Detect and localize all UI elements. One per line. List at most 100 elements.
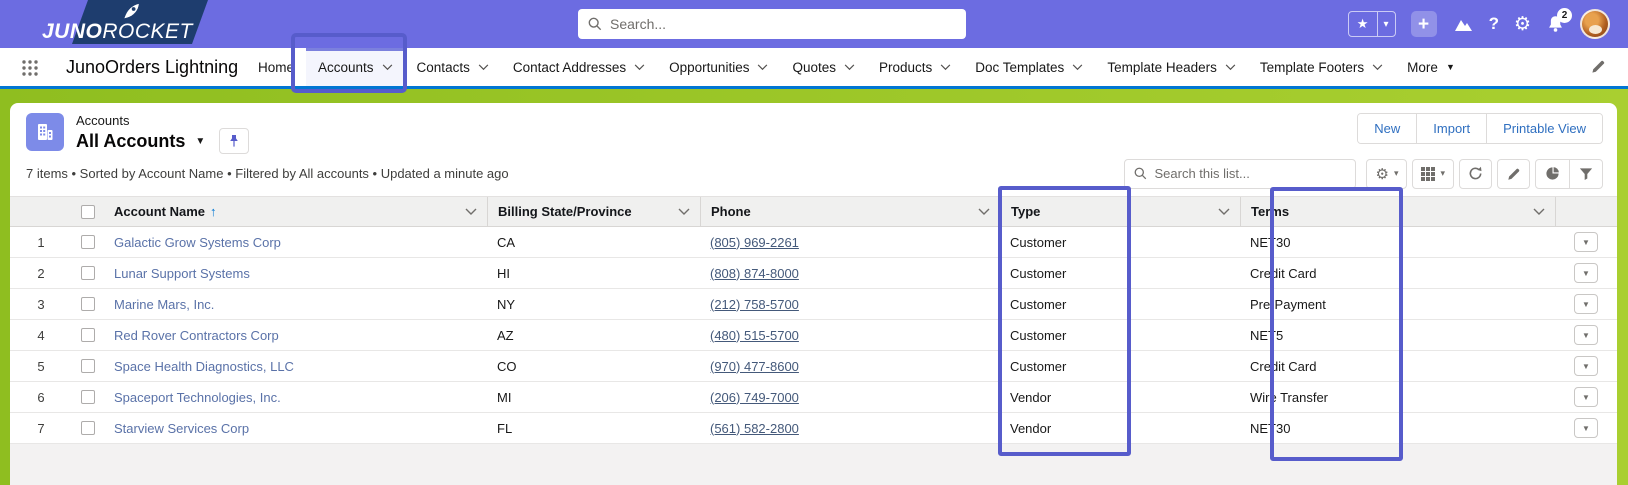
type-cell: Customer: [1010, 265, 1067, 281]
table-row: 7 Starview Services Corp FL (561) 582-28…: [10, 413, 1617, 444]
type-cell: Customer: [1010, 358, 1067, 374]
page-background: Accounts All Accounts ▼ New Import Print…: [0, 89, 1628, 485]
row-checkbox[interactable]: [81, 266, 95, 280]
phone-link[interactable]: (480) 515-5700: [710, 328, 799, 343]
tab-template-headers[interactable]: Template Headers: [1095, 48, 1248, 86]
type-cell: Vendor: [1010, 420, 1052, 436]
phone-link[interactable]: (212) 758-5700: [710, 297, 799, 312]
row-actions-button[interactable]: ▼: [1574, 232, 1598, 252]
list-search[interactable]: [1124, 158, 1357, 189]
list-actions: New Import Printable View: [1357, 113, 1603, 144]
row-checkbox[interactable]: [81, 390, 95, 404]
global-search-input[interactable]: [610, 16, 956, 32]
table-row: 4 Red Rover Contractors Corp AZ (480) 51…: [10, 320, 1617, 351]
row-checkbox[interactable]: [81, 328, 95, 342]
tab-contact-addresses[interactable]: Contact Addresses: [501, 48, 657, 86]
phone-link[interactable]: (970) 477-8600: [710, 359, 799, 374]
app-launcher-icon[interactable]: [22, 60, 38, 76]
accounts-object-icon: [26, 113, 64, 151]
help-button[interactable]: ?: [1489, 14, 1499, 34]
tab-doc-templates[interactable]: Doc Templates: [963, 48, 1095, 86]
tab-quotes[interactable]: Quotes: [780, 48, 867, 86]
chevron-down-icon[interactable]: [1218, 208, 1230, 216]
chevron-down-icon: [1225, 63, 1236, 70]
pencil-icon: [1507, 168, 1519, 180]
chevron-down-icon: [844, 63, 855, 70]
chevron-down-icon: [758, 63, 768, 70]
billing-state-cell: FL: [497, 420, 513, 436]
notifications-button[interactable]: 2: [1546, 7, 1572, 34]
filter-button[interactable]: [1569, 159, 1602, 188]
favorites-dropdown-button[interactable]: ▾: [1376, 12, 1395, 36]
account-name-link[interactable]: Marine Mars, Inc.: [114, 297, 214, 312]
favorite-star-button[interactable]: ★: [1349, 12, 1377, 36]
app-logo[interactable]: JUNOROCKET: [34, 0, 234, 48]
list-settings-button[interactable]: ⚙ ▾: [1366, 158, 1408, 189]
account-name-link[interactable]: Space Health Diagnostics, LLC: [114, 359, 294, 374]
tab-label: Template Footers: [1259, 59, 1365, 75]
global-header: JUNOROCKET ★ ▾ + ? ⚙ 2: [0, 0, 1628, 48]
tab-products[interactable]: Products: [867, 48, 963, 86]
view-selector-caret-icon[interactable]: ▼: [195, 136, 205, 147]
terms-cell: Wire Transfer: [1250, 389, 1329, 405]
row-actions-button[interactable]: ▼: [1574, 387, 1598, 407]
row-number: 6: [37, 389, 45, 405]
column-header-account-name[interactable]: Account Name ↑: [104, 197, 487, 226]
pin-list-button[interactable]: [219, 128, 250, 154]
global-actions-button[interactable]: +: [1410, 11, 1437, 37]
select-all-checkbox[interactable]: [81, 204, 95, 219]
account-name-link[interactable]: Lunar Support Systems: [114, 266, 250, 281]
chevron-down-icon[interactable]: [678, 208, 690, 216]
setup-gear-button[interactable]: ⚙: [1514, 13, 1531, 36]
chevron-down-icon[interactable]: [978, 208, 990, 216]
account-name-link[interactable]: Starview Services Corp: [114, 421, 249, 436]
account-name-link[interactable]: Galactic Grow Systems Corp: [114, 235, 281, 250]
chevron-down-icon[interactable]: [1533, 208, 1545, 216]
row-checkbox[interactable]: [81, 359, 95, 373]
account-name-link[interactable]: Spaceport Technologies, Inc.: [114, 390, 281, 405]
phone-link[interactable]: (805) 969-2261: [710, 235, 799, 250]
column-label: Phone: [711, 204, 751, 219]
terms-cell: NET30: [1250, 234, 1291, 250]
row-actions-button[interactable]: ▼: [1574, 263, 1598, 283]
column-header-actions: [1555, 197, 1617, 226]
row-checkbox[interactable]: [81, 297, 95, 311]
row-checkbox[interactable]: [81, 235, 95, 249]
import-button[interactable]: Import: [1416, 114, 1487, 143]
list-search-input[interactable]: [1154, 166, 1347, 181]
column-header-billing-state[interactable]: Billing State/Province: [487, 197, 700, 226]
row-checkbox[interactable]: [81, 421, 95, 435]
printable-view-button[interactable]: Printable View: [1486, 114, 1602, 143]
tab-template-footers[interactable]: Template Footers: [1248, 48, 1395, 86]
column-header-type[interactable]: Type: [1000, 197, 1240, 226]
phone-link[interactable]: (206) 749-7000: [710, 390, 799, 405]
row-actions-button[interactable]: ▼: [1574, 294, 1598, 314]
account-name-link[interactable]: Red Rover Contractors Corp: [114, 328, 279, 343]
row-actions-button[interactable]: ▼: [1574, 356, 1598, 376]
billing-state-cell: CA: [497, 234, 516, 250]
column-header-phone[interactable]: Phone: [700, 197, 1000, 226]
inline-edit-button[interactable]: [1497, 158, 1530, 189]
favorites-control: ★ ▾: [1347, 11, 1396, 37]
edit-nav-pencil-icon[interactable]: [1591, 59, 1606, 74]
tab-accounts[interactable]: Accounts: [306, 48, 405, 86]
global-search[interactable]: [578, 9, 966, 39]
tab-home[interactable]: Home: [246, 48, 306, 86]
phone-link[interactable]: (808) 874-8000: [710, 266, 799, 281]
row-actions-button[interactable]: ▼: [1574, 325, 1598, 345]
column-header-terms[interactable]: Terms: [1240, 197, 1555, 226]
new-button[interactable]: New: [1358, 114, 1417, 143]
user-avatar[interactable]: [1580, 9, 1610, 39]
entity-label: Accounts: [76, 113, 130, 128]
charts-button[interactable]: [1536, 160, 1569, 188]
tab-opportunities[interactable]: Opportunities: [657, 48, 780, 86]
tab-label: Template Headers: [1107, 59, 1217, 75]
trailhead-button[interactable]: [1452, 16, 1474, 33]
row-actions-button[interactable]: ▼: [1574, 418, 1598, 438]
tab-contacts[interactable]: Contacts: [405, 48, 501, 86]
tab-more[interactable]: More ▼: [1395, 48, 1467, 86]
display-as-button[interactable]: ▾: [1412, 158, 1454, 189]
chevron-down-icon[interactable]: [465, 208, 477, 216]
refresh-button[interactable]: [1459, 158, 1492, 189]
phone-link[interactable]: (561) 582-2800: [710, 421, 799, 436]
